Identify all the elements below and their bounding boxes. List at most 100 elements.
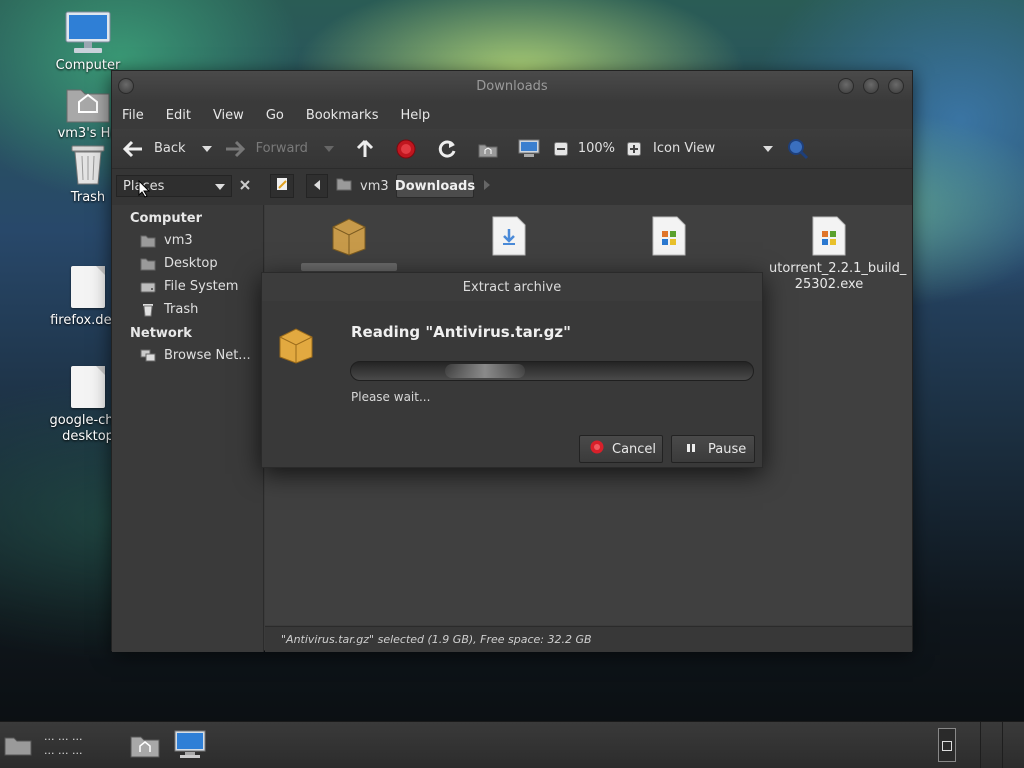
home-folder-icon bbox=[140, 234, 156, 248]
location-row: Places vm3 Downloads bbox=[112, 169, 912, 205]
forward-arrow-icon bbox=[224, 138, 246, 160]
stop-icon[interactable] bbox=[395, 138, 417, 160]
pause-button[interactable]: Pause bbox=[671, 435, 755, 463]
pause-label: Pause bbox=[708, 441, 747, 457]
path-crumb-downloads[interactable]: Downloads bbox=[394, 174, 476, 198]
mouse-cursor-icon bbox=[138, 179, 151, 202]
progress-pulse bbox=[445, 364, 525, 378]
dialog-heading: Reading "Antivirus.tar.gz" bbox=[351, 323, 571, 341]
extract-archive-dialog: Extract archive Reading "Antivirus.tar.g… bbox=[261, 272, 763, 468]
taskbar-window-list[interactable]: ... ... ... ... ... ... bbox=[44, 730, 122, 758]
path-scroll-left[interactable] bbox=[306, 174, 328, 198]
sidebar-item-desktop[interactable]: Desktop bbox=[140, 256, 218, 271]
back-button[interactable]: Back bbox=[122, 138, 186, 160]
file-item[interactable]: utorrent_2.2.1_build_ 25302.exe bbox=[769, 215, 907, 293]
archive-icon bbox=[278, 325, 314, 369]
computer-icon[interactable] bbox=[518, 138, 540, 160]
minimize-button[interactable] bbox=[838, 78, 854, 94]
menu-go[interactable]: Go bbox=[266, 108, 284, 123]
file-item[interactable] bbox=[299, 215, 399, 271]
forward-history-dropdown-icon[interactable] bbox=[318, 138, 340, 160]
menu-file[interactable]: File bbox=[122, 108, 144, 123]
sidebar-heading-computer: Computer bbox=[130, 211, 203, 226]
file-item[interactable] bbox=[459, 215, 559, 261]
computer-icon[interactable] bbox=[174, 730, 206, 764]
file-item[interactable] bbox=[619, 215, 719, 261]
view-mode-label: Icon View bbox=[653, 141, 716, 156]
status-bar: "Antivirus.tar.gz" selected (1.9 GB), Fr… bbox=[265, 626, 912, 652]
sidebar-item-browse-network[interactable]: Browse Net... bbox=[140, 348, 251, 363]
view-mode-select[interactable]: Icon View bbox=[653, 141, 774, 156]
sidebar-item-label: Trash bbox=[164, 302, 199, 317]
desktop-icon-computer[interactable]: Computer bbox=[40, 10, 136, 74]
sidebar-item-trash[interactable]: Trash bbox=[140, 302, 198, 317]
up-icon[interactable] bbox=[354, 138, 376, 160]
workspace-switcher[interactable] bbox=[938, 728, 956, 762]
folder-icon bbox=[140, 257, 156, 271]
edit-location-button[interactable] bbox=[270, 174, 294, 198]
pencil-icon bbox=[275, 177, 289, 195]
sidebar-item-label: vm3 bbox=[164, 233, 193, 248]
trash-icon bbox=[140, 303, 156, 317]
sidebar-heading-network: Network bbox=[130, 326, 192, 341]
window-titlebar[interactable]: Downloads bbox=[112, 71, 912, 102]
path-scroll-right[interactable] bbox=[478, 174, 496, 198]
file-name: utorrent_2.2.1_build_ bbox=[769, 261, 907, 276]
maximize-button[interactable] bbox=[863, 78, 879, 94]
dialog-message: Please wait... bbox=[351, 390, 431, 404]
back-label: Back bbox=[154, 141, 186, 156]
home-icon[interactable] bbox=[477, 138, 499, 160]
home-folder-icon[interactable] bbox=[130, 732, 160, 762]
pause-icon bbox=[686, 442, 696, 457]
home-folder-icon bbox=[336, 177, 352, 195]
workspace-active bbox=[942, 741, 952, 751]
taskbar-separator bbox=[980, 722, 981, 768]
archive-icon bbox=[329, 215, 369, 261]
taskbar-item-text: ... ... ... bbox=[44, 730, 83, 743]
menu-help[interactable]: Help bbox=[400, 108, 430, 123]
file-icon bbox=[71, 266, 105, 308]
toolbar: Back Forward 100% Icon View bbox=[112, 129, 912, 169]
close-sidebar-button[interactable] bbox=[234, 175, 256, 197]
dialog-title: Extract archive bbox=[262, 273, 762, 301]
file-name: 25302.exe bbox=[794, 277, 864, 292]
chevron-right-icon bbox=[484, 179, 490, 194]
chevron-down-icon bbox=[763, 141, 774, 156]
sidebar-item-label: Desktop bbox=[164, 256, 218, 271]
path-crumb-vm3[interactable]: vm3 bbox=[330, 174, 390, 198]
menu-bookmarks[interactable]: Bookmarks bbox=[306, 108, 379, 123]
trash-icon bbox=[68, 142, 108, 188]
cancel-button[interactable]: Cancel bbox=[579, 435, 663, 463]
home-folder-icon bbox=[65, 82, 111, 124]
sidebar-item-file-system[interactable]: File System bbox=[140, 279, 238, 294]
sidebar-item-vm3[interactable]: vm3 bbox=[140, 233, 193, 248]
zoom-in-icon[interactable] bbox=[623, 138, 645, 160]
back-arrow-icon bbox=[122, 138, 144, 160]
computer-icon bbox=[64, 10, 112, 56]
search-icon[interactable] bbox=[787, 138, 809, 160]
download-file-icon bbox=[491, 215, 527, 261]
cancel-label: Cancel bbox=[612, 441, 657, 457]
menu-view[interactable]: View bbox=[213, 108, 244, 123]
taskbar: ... ... ... ... ... ... bbox=[0, 721, 1024, 768]
sidebar-selector[interactable]: Places bbox=[116, 175, 232, 197]
zoom-out-icon[interactable] bbox=[550, 138, 572, 160]
forward-label: Forward bbox=[255, 141, 308, 156]
forward-button[interactable]: Forward bbox=[224, 138, 308, 160]
sidebar-item-label: File System bbox=[164, 279, 239, 294]
window-title: Downloads bbox=[476, 79, 548, 94]
drive-icon bbox=[140, 280, 156, 294]
cancel-icon bbox=[590, 440, 604, 458]
show-desktop-icon[interactable] bbox=[4, 734, 32, 760]
reload-icon[interactable] bbox=[436, 138, 458, 160]
progress-bar bbox=[350, 361, 754, 381]
path-crumb-label: Downloads bbox=[394, 178, 476, 194]
close-button[interactable] bbox=[888, 78, 904, 94]
taskbar-item-text: ... ... ... bbox=[44, 744, 83, 757]
zoom-level: 100% bbox=[577, 141, 616, 156]
path-crumb-label: vm3 bbox=[360, 178, 389, 194]
back-history-dropdown-icon[interactable] bbox=[196, 138, 218, 160]
file-icon bbox=[71, 366, 105, 408]
network-icon bbox=[140, 349, 156, 363]
menu-edit[interactable]: Edit bbox=[166, 108, 191, 123]
